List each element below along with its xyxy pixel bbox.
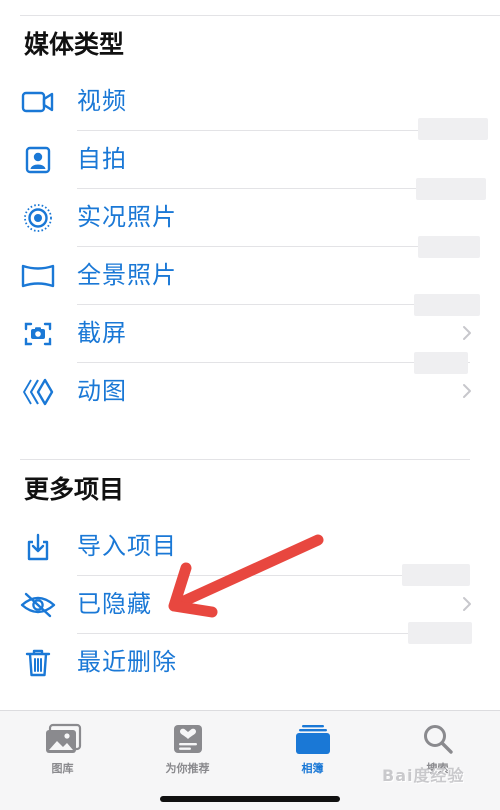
list-item-label: 已隐藏 xyxy=(77,590,152,618)
panorama-icon xyxy=(20,259,56,293)
video-camera-icon xyxy=(20,85,56,119)
list-item-label: 实况照片 xyxy=(77,203,177,231)
redacted-count xyxy=(402,564,470,586)
redacted-count xyxy=(414,352,468,374)
albums-page: 媒体类型 视频 自拍 实况照片 全景照片 截屏 动图 更多项目 导入项目 已隐藏… xyxy=(0,0,500,810)
section-title-more-items: 更多项目 xyxy=(24,475,125,504)
trash-icon xyxy=(20,646,56,680)
live-photo-icon xyxy=(20,201,56,235)
list-item-label: 视频 xyxy=(77,87,127,115)
list-item-label: 全景照片 xyxy=(77,261,177,289)
home-indicator[interactable] xyxy=(160,796,340,802)
search-icon xyxy=(416,721,460,757)
section-divider xyxy=(20,459,470,460)
top-divider xyxy=(20,15,500,16)
list-item-label: 自拍 xyxy=(77,145,127,173)
import-icon xyxy=(20,530,56,564)
list-item-label: 动图 xyxy=(77,377,127,405)
list-item-label: 截屏 xyxy=(77,319,127,347)
watermark: Bai度经验 xyxy=(382,766,465,785)
tab-label: 为你推荐 xyxy=(165,762,210,775)
tab-albums[interactable]: 相簿 xyxy=(250,717,375,781)
redacted-count xyxy=(418,236,480,258)
redacted-count xyxy=(418,118,488,140)
tab-bar: 图库 为你推荐 相簿 搜索 xyxy=(0,710,500,810)
tab-for-you[interactable]: 为你推荐 xyxy=(125,717,250,781)
hidden-eye-slash-icon xyxy=(20,588,56,622)
screenshot-icon xyxy=(20,317,56,351)
red-arrow-annotation xyxy=(168,534,324,618)
redacted-count xyxy=(408,622,472,644)
animated-icon xyxy=(20,375,56,409)
photo-library-icon xyxy=(41,721,85,757)
for-you-icon xyxy=(166,721,210,757)
tab-label: 相簿 xyxy=(301,762,324,775)
redacted-count xyxy=(416,178,486,200)
selfie-portrait-icon xyxy=(20,143,56,177)
redacted-count xyxy=(414,294,480,316)
chevron-right-icon xyxy=(463,597,471,611)
tab-label: 图库 xyxy=(51,762,74,775)
tab-library[interactable]: 图库 xyxy=(0,717,125,781)
list-item-label: 导入项目 xyxy=(77,532,177,560)
list-item-label: 最近删除 xyxy=(77,648,177,676)
albums-icon xyxy=(291,721,335,757)
chevron-right-icon xyxy=(463,326,471,340)
chevron-right-icon xyxy=(463,384,471,398)
section-title-media-types: 媒体类型 xyxy=(24,30,125,59)
